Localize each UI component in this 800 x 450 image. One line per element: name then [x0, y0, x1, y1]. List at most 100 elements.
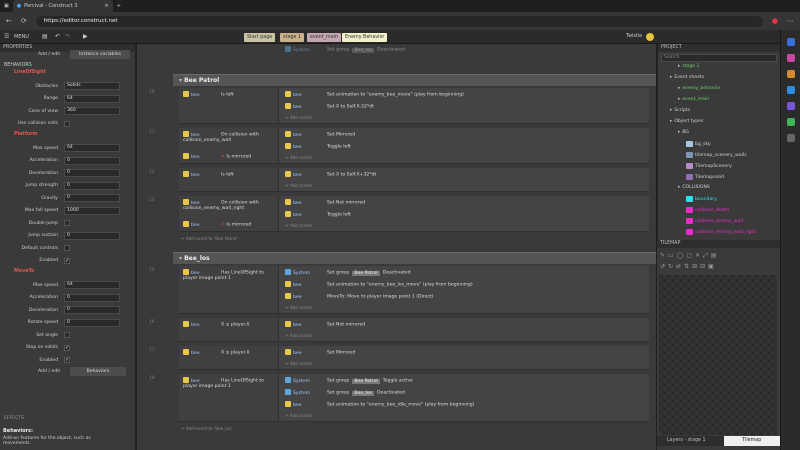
property-checkbox[interactable]: ✓: [64, 344, 70, 351]
condition-line[interactable]: bee ✕ Is mirrored: [183, 153, 251, 160]
property-checkbox[interactable]: [64, 332, 70, 338]
property-checkbox[interactable]: ✓: [64, 257, 70, 264]
action-line[interactable]: bee Set animation to "enemy_bee_move" (pl…: [285, 91, 464, 98]
event-conditions[interactable]: bee Has LineOfSight to player image point…: [179, 266, 279, 313]
event-block[interactable]: bee Has LineOfSight to player image point…: [179, 266, 649, 314]
event-conditions[interactable]: bee Has LineOfSight to player image point…: [179, 374, 279, 421]
tilemap-tab[interactable]: Tilemap: [723, 436, 780, 446]
browser-menu-icon[interactable]: ⋯: [787, 17, 794, 25]
property-checkbox[interactable]: [64, 220, 70, 226]
action-line[interactable]: bee Toggle left: [285, 211, 351, 218]
address-bar[interactable]: https://editor.construct.net: [35, 15, 763, 27]
back-icon[interactable]: ←: [6, 17, 12, 25]
extensions-icon[interactable]: ●: [772, 17, 778, 25]
project-tree-item[interactable]: ▸ Scripts: [670, 108, 690, 113]
event-conditions[interactable]: bee Is left: [179, 168, 279, 191]
reload-icon[interactable]: ⟳: [21, 17, 27, 25]
undo-icon[interactable]: ↶: [55, 33, 60, 40]
action-line[interactable]: bee Set X to Self.X+32*dt: [285, 171, 376, 178]
action-line[interactable]: System Set group Bee Patrol Toggle active: [285, 377, 413, 384]
property-input[interactable]: 64: [64, 281, 120, 289]
action-line[interactable]: bee Set animation to "enemy_bee_idle_move…: [285, 401, 474, 408]
event-conditions[interactable]: bee X ≤ player.X: [179, 346, 279, 369]
event-conditions[interactable]: bee On collision with collision_enemy_wal…: [179, 128, 279, 163]
save-icon[interactable]: ▤: [42, 33, 48, 40]
play-icon[interactable]: ▶: [83, 33, 88, 40]
layout-tab[interactable]: Enemy Behavior: [342, 33, 388, 42]
event-conditions[interactable]: bee Is left: [179, 88, 279, 123]
project-tree-item[interactable]: collision_death: [686, 207, 729, 213]
event-block[interactable]: bee Is left bee Set animation to "enemy_bee…: [179, 88, 649, 124]
action-line[interactable]: bee MoveTo: Move to player image point 1 …: [285, 293, 434, 300]
shopping-icon[interactable]: [787, 54, 795, 62]
property-input[interactable]: 0: [64, 169, 120, 177]
project-tree-item[interactable]: ▸ BG: [678, 130, 689, 135]
project-tree-item[interactable]: boundary: [686, 196, 717, 202]
add-action-link[interactable]: + Add action: [285, 333, 312, 338]
tilemap-tools-icon[interactable]: ✎▭◯▢✕⤢▤: [660, 252, 720, 260]
project-tree-item[interactable]: tilemap_scenery_walls: [686, 152, 747, 158]
project-tree-item[interactable]: collision_enemy_wall: [686, 218, 743, 224]
action-line[interactable]: System Set group Bee_los Deactivated: [285, 46, 405, 53]
menu-icon[interactable]: ☰: [4, 33, 9, 40]
tilemap-transform-icon[interactable]: ↺↻⇄⇅⊞⊟▣: [660, 263, 717, 270]
property-input[interactable]: 0: [64, 181, 120, 190]
event-block[interactable]: bee On collision with collision_enemy_wal…: [179, 128, 649, 164]
property-input[interactable]: 0: [64, 293, 120, 302]
redo-icon[interactable]: ↷: [65, 33, 70, 40]
property-dropdown[interactable]: Solids: [64, 82, 120, 90]
office-icon[interactable]: [787, 102, 795, 110]
property-input[interactable]: 0: [64, 306, 120, 314]
project-tree-item[interactable]: ▸ Object types: [670, 119, 703, 124]
project-tree-item[interactable]: ▸ Event sheets: [670, 75, 704, 80]
menu-button[interactable]: MENU: [14, 34, 29, 40]
add-event-link[interactable]: + Add event to 'Bee_los': [181, 426, 232, 431]
add-action-link[interactable]: + Add action: [285, 361, 312, 366]
action-line[interactable]: bee Toggle left: [285, 143, 351, 150]
property-input[interactable]: 1000: [64, 206, 120, 215]
property-input[interactable]: 0: [64, 194, 120, 202]
event-block[interactable]: bee X ≤ player.X bee Set Not mirrored + Add …: [179, 318, 649, 342]
close-tab-icon[interactable]: ✕: [105, 3, 109, 9]
add-action-link[interactable]: + Add action: [285, 155, 312, 160]
property-input[interactable]: 64: [64, 94, 120, 103]
event-block[interactable]: bee X ≤ player.X bee Set Mirrored + Add acti…: [179, 346, 649, 370]
condition-line[interactable]: bee Has LineOfSight to player image point…: [183, 377, 277, 389]
outlook-icon[interactable]: [787, 86, 795, 94]
project-tree-item[interactable]: ▸ enemy_behavior: [678, 86, 721, 91]
browser-window-icon[interactable]: ▣: [0, 0, 13, 12]
property-input[interactable]: 0: [64, 156, 120, 165]
add-sidebar-icon[interactable]: [787, 134, 795, 142]
project-tree-item[interactable]: TilemapScenery: [686, 163, 732, 169]
project-tree-item[interactable]: ▸ COLLISIONS: [678, 185, 710, 190]
condition-line[interactable]: bee Is left: [183, 91, 277, 98]
add-action-link[interactable]: + Add action: [285, 413, 312, 418]
condition-line[interactable]: bee ✕ Is mirrored: [183, 221, 251, 228]
add-action-link[interactable]: + Add action: [285, 115, 312, 120]
tools-icon[interactable]: [787, 70, 795, 78]
event-conditions[interactable]: bee On collision with collision_enemy_wal…: [179, 196, 279, 231]
condition-line[interactable]: bee X ≤ player.X: [183, 321, 277, 328]
search-icon[interactable]: [787, 38, 795, 46]
behaviors-button[interactable]: Behaviors: [70, 366, 126, 376]
layers-tab[interactable]: Layers - stage 1: [657, 436, 724, 446]
condition-line[interactable]: bee On collision with collision_enemy_wal…: [183, 199, 277, 211]
event-block[interactable]: bee Is left bee Set X to Self.X+32*dt + Add …: [179, 168, 649, 192]
event-block[interactable]: bee On collision with collision_enemy_wal…: [179, 196, 649, 232]
add-event-link[interactable]: + Add event to 'Bee Patrol': [181, 236, 238, 241]
condition-line[interactable]: bee On collision with collision_enemy_wal…: [183, 131, 277, 143]
property-input[interactable]: 360: [64, 107, 120, 115]
add-action-link[interactable]: + Add action: [285, 183, 312, 188]
condition-line[interactable]: bee Is left: [183, 171, 277, 178]
add-action-link[interactable]: + Add action: [285, 305, 312, 310]
project-tree-item[interactable]: bg_sky: [686, 141, 711, 147]
browser-tab[interactable]: ● Percival - Construct 3 ✕: [12, 0, 113, 12]
project-tree-item[interactable]: collision_enemy_wall_right: [686, 229, 756, 235]
property-input[interactable]: 0: [64, 231, 120, 240]
project-tree-item[interactable]: ▸ stage 1: [678, 64, 699, 69]
property-input[interactable]: 64: [64, 144, 120, 152]
event-group-header[interactable]: ▾ Bee_los: [173, 252, 656, 264]
new-tab-button[interactable]: +: [113, 0, 125, 12]
instance-variables-button[interactable]: Instance variables: [70, 50, 130, 59]
event-block[interactable]: bee Has LineOfSight to player image point…: [179, 374, 649, 422]
